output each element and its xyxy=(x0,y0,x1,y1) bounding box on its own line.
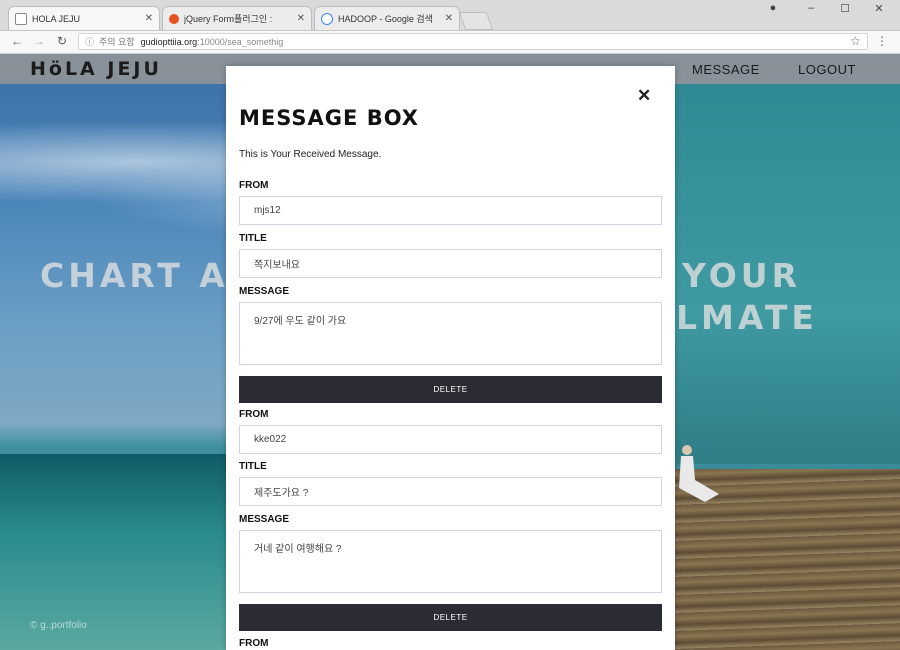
nav-logout-link[interactable]: LOGOUT xyxy=(798,62,856,77)
delete-button[interactable]: DELETE xyxy=(239,604,662,631)
delete-button[interactable]: DELETE xyxy=(239,376,662,403)
address-bar: ← → ↻ ⓘ 주의 요함 gudiopttiia.org :10000/sea… xyxy=(0,31,900,54)
hero-text-left: CHART A xyxy=(40,256,229,295)
site-logo[interactable]: HöLA JEJU xyxy=(30,58,162,80)
google-icon xyxy=(321,12,333,25)
tab-label: HOLA JEJU xyxy=(32,13,81,24)
profile-icon[interactable]: ● xyxy=(758,2,788,14)
from-field[interactable]: kke022 xyxy=(239,425,662,454)
from-label: FROM xyxy=(239,180,269,191)
tab-label: HADOOP - Google 검색 xyxy=(338,14,433,24)
title-field[interactable]: 제주도가요 ? xyxy=(239,477,662,506)
title-label: TITLE xyxy=(239,233,267,244)
from-field[interactable]: mjs12 xyxy=(239,196,662,225)
bookmark-star-icon[interactable]: ☆ xyxy=(850,34,861,48)
message-field[interactable]: 거네 같이 여행해요 ? xyxy=(239,530,662,593)
tab-close-icon[interactable]: ✕ xyxy=(297,13,305,24)
tab-close-icon[interactable]: ✕ xyxy=(145,13,153,24)
from-label: FROM xyxy=(239,638,269,649)
url-host: gudiopttiia.org xyxy=(140,36,198,47)
minimize-icon[interactable]: – xyxy=(796,2,826,14)
site-favicon-icon xyxy=(169,13,179,24)
url-path: :10000/sea_somethig xyxy=(197,36,284,47)
browser-tab-bar: HOLA JEJU ✕ jQuery Form플러그인 : ✕ HADOOP -… xyxy=(0,0,900,31)
new-tab-button[interactable] xyxy=(458,12,494,30)
message-label: MESSAGE xyxy=(239,286,290,297)
tab-jquery-form[interactable]: jQuery Form플러그인 : ✕ xyxy=(162,6,312,30)
info-icon[interactable]: ⓘ xyxy=(85,35,94,48)
message-label: MESSAGE xyxy=(239,514,290,525)
message-box-modal: ✕ MESSAGE BOX This is Your Received Mess… xyxy=(226,66,675,650)
tab-hola-jeju[interactable]: HOLA JEJU ✕ xyxy=(8,6,160,30)
title-label: TITLE xyxy=(239,461,267,472)
footer-caption: © g..portfolio xyxy=(30,620,87,631)
tab-label: jQuery Form플러그인 : xyxy=(184,14,273,24)
tab-hadoop-search[interactable]: HADOOP - Google 검색 ✕ xyxy=(314,6,460,30)
tab-close-icon[interactable]: ✕ xyxy=(445,13,453,24)
person-figure xyxy=(679,445,719,502)
close-icon[interactable]: ✕ xyxy=(637,86,651,106)
url-input[interactable]: ⓘ 주의 요함 gudiopttiia.org :10000/sea_somet… xyxy=(78,33,868,50)
security-label: 주의 요함 xyxy=(99,37,135,47)
hero-text-right: YOUR xyxy=(682,256,801,295)
menu-icon[interactable]: ⋮ xyxy=(876,34,888,48)
from-label: FROM xyxy=(239,409,269,420)
maximize-icon[interactable]: ☐ xyxy=(830,2,860,15)
modal-title: MESSAGE BOX xyxy=(239,106,419,130)
reload-icon[interactable]: ↻ xyxy=(53,34,71,48)
page-icon xyxy=(15,12,27,25)
title-field[interactable]: 쪽지보내요 xyxy=(239,249,662,278)
window-close-icon[interactable]: ✕ xyxy=(864,2,894,15)
page-content: HöLA JEJU MESSAGE LOGOUT CHART A YOUR LM… xyxy=(0,54,900,650)
back-icon[interactable]: ← xyxy=(8,34,26,48)
message-field[interactable]: 9/27에 우도 같이 가요 xyxy=(239,302,662,365)
modal-subtitle: This is Your Received Message. xyxy=(239,149,382,160)
hero-text-right-2: LMATE xyxy=(676,298,818,337)
forward-icon[interactable]: → xyxy=(30,34,48,48)
nav-message-link[interactable]: MESSAGE xyxy=(692,62,760,77)
